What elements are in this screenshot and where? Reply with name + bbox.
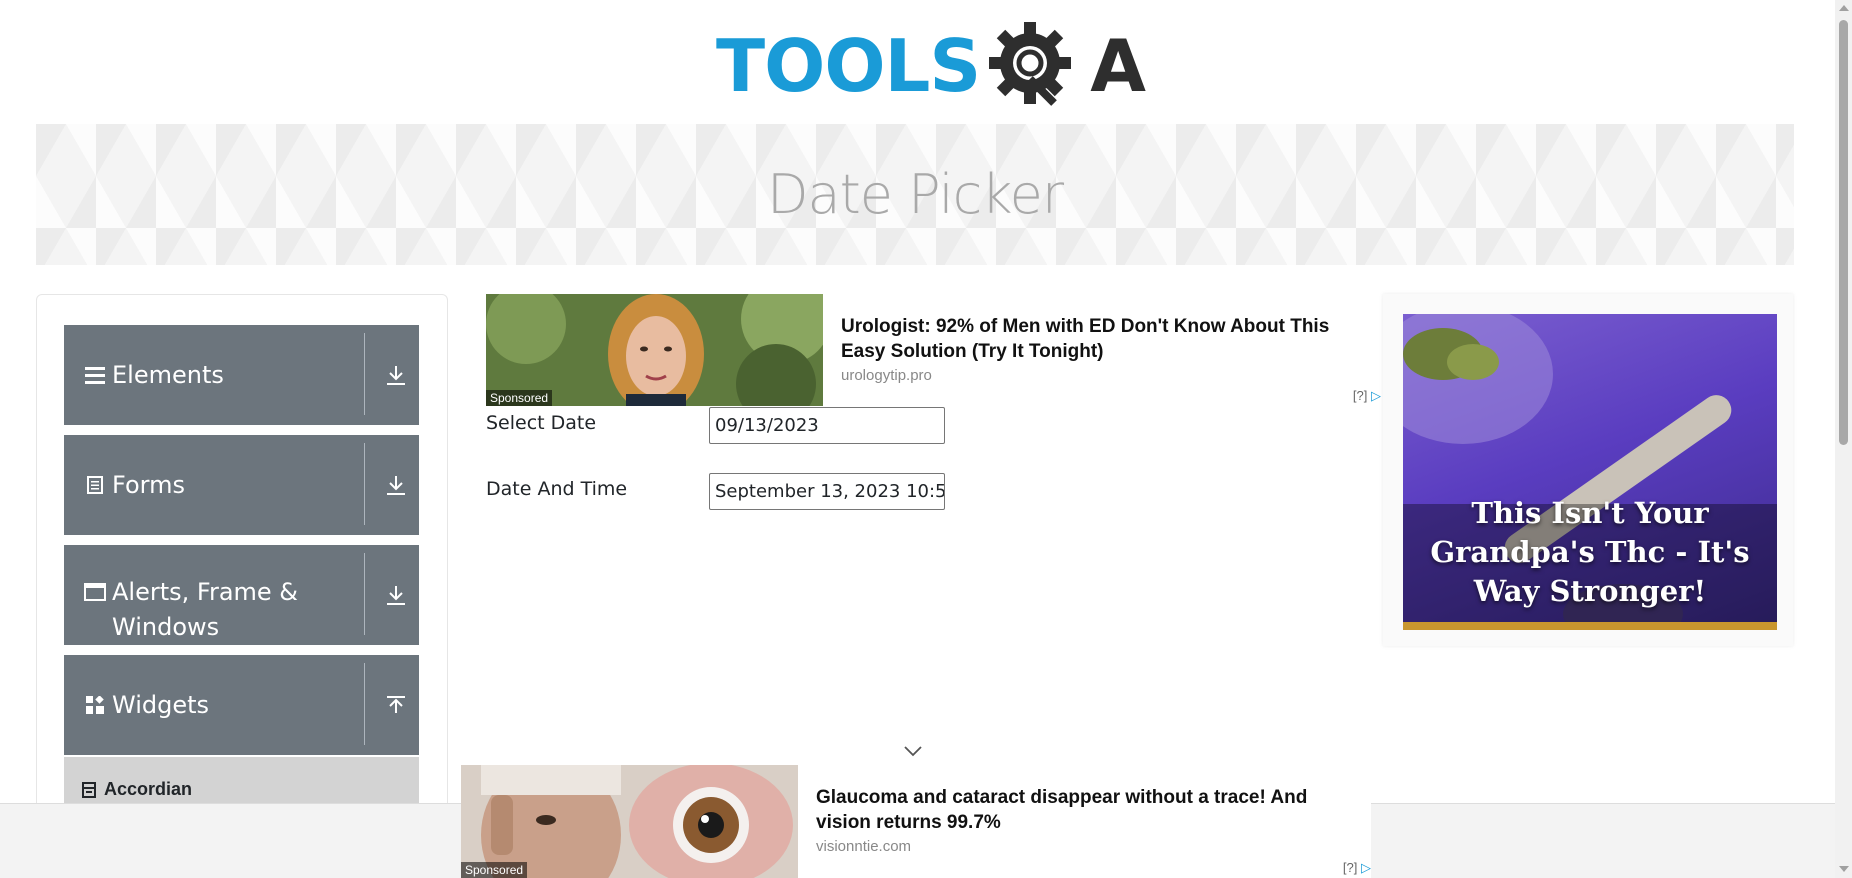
ad-info-link[interactable]: [?] ▷ bbox=[1343, 860, 1371, 876]
divider bbox=[364, 333, 365, 415]
ad-image[interactable]: Sponsored bbox=[461, 765, 798, 878]
date-and-time-label: Date And Time bbox=[486, 478, 628, 500]
ad-info-text: [?] bbox=[1352, 388, 1368, 403]
gear-magnifier-icon bbox=[980, 16, 1090, 116]
sponsored-ad-bottom[interactable]: Sponsored Glaucoma and cataract disappea… bbox=[461, 765, 1371, 878]
divider bbox=[364, 663, 365, 745]
submenu-item-accordian[interactable]: Accordian bbox=[82, 779, 192, 800]
download-icon[interactable] bbox=[382, 435, 410, 535]
download-icon[interactable] bbox=[382, 545, 410, 645]
scroll-up-icon[interactable] bbox=[1839, 5, 1849, 11]
document-icon bbox=[84, 476, 106, 494]
sidebar-group-elements[interactable]: Elements bbox=[64, 325, 419, 425]
ad-source[interactable]: visionntie.com bbox=[816, 838, 911, 855]
sidebar-group-forms[interactable]: Forms bbox=[64, 435, 419, 535]
sponsored-ad-right[interactable]: This Isn't Your Grandpa's Thc - It's Way… bbox=[1383, 294, 1793, 646]
ad-right-text: This Isn't Your Grandpa's Thc - It's Way… bbox=[1430, 496, 1750, 608]
divider bbox=[364, 443, 365, 525]
adchoices-icon: ▷ bbox=[1361, 860, 1371, 875]
ad-source[interactable]: urologytip.pro bbox=[841, 367, 932, 384]
sponsored-ad-top[interactable]: Sponsored Urologist: 92% of Men with ED … bbox=[486, 294, 1381, 406]
sidebar: Elements Forms Alerts, Frame & Windows W… bbox=[36, 294, 448, 878]
ad-image[interactable]: Sponsored bbox=[486, 294, 823, 406]
header: TOOLS A bbox=[0, 0, 1835, 124]
page-title: Date Picker bbox=[766, 163, 1064, 226]
sidebar-group-title: Forms bbox=[84, 435, 185, 535]
sidebar-group-title: Elements bbox=[84, 325, 224, 425]
submenu-item-label: Accordian bbox=[104, 779, 193, 799]
sidebar-group-alerts[interactable]: Alerts, Frame & Windows bbox=[64, 545, 419, 645]
accordion-icon bbox=[82, 781, 96, 798]
ad-info-text: [?] bbox=[1342, 860, 1358, 875]
select-date-input[interactable]: 09/13/2023 bbox=[709, 407, 945, 444]
ad-headline[interactable]: Glaucoma and cataract disappear without … bbox=[816, 785, 1346, 835]
date-and-time-input[interactable]: September 13, 2023 10:57 AM bbox=[709, 473, 945, 510]
ad-image[interactable]: This Isn't Your Grandpa's Thc - It's Way… bbox=[1403, 314, 1777, 630]
ad-accent-bar bbox=[1403, 622, 1777, 630]
sidebar-group-label: Widgets bbox=[112, 691, 210, 719]
divider bbox=[364, 553, 365, 635]
window-icon bbox=[84, 583, 106, 601]
adchoices-icon: ▷ bbox=[1371, 388, 1381, 403]
sponsored-label: Sponsored bbox=[486, 390, 553, 406]
toolsqa-logo[interactable]: TOOLS A bbox=[716, 16, 1146, 116]
scrollbar-thumb[interactable] bbox=[1839, 20, 1848, 445]
sidebar-group-title: Widgets bbox=[84, 655, 209, 755]
ad-headline[interactable]: Urologist: 92% of Men with ED Don't Know… bbox=[841, 314, 1361, 364]
page-banner: Date Picker bbox=[36, 124, 1794, 265]
sidebar-group-widgets[interactable]: Widgets bbox=[64, 655, 419, 755]
hamburger-icon bbox=[84, 366, 106, 384]
logo-text-a: A bbox=[1090, 24, 1146, 108]
chevron-down-icon[interactable] bbox=[902, 744, 924, 758]
scroll-down-icon[interactable] bbox=[1839, 866, 1849, 872]
widgets-icon bbox=[84, 696, 106, 714]
ad-info-link[interactable]: [?] ▷ bbox=[1353, 388, 1381, 404]
download-icon[interactable] bbox=[382, 325, 410, 425]
select-date-label: Select Date bbox=[486, 412, 597, 434]
page-scrollbar[interactable] bbox=[1835, 0, 1852, 878]
sidebar-group-label: Elements bbox=[112, 361, 224, 389]
logo-text-tools: TOOLS bbox=[716, 24, 981, 108]
sidebar-group-label: Alerts, Frame & Windows bbox=[112, 578, 299, 641]
sponsored-label: Sponsored bbox=[461, 862, 528, 878]
upload-icon[interactable] bbox=[382, 655, 410, 755]
sidebar-group-label: Forms bbox=[112, 471, 185, 499]
